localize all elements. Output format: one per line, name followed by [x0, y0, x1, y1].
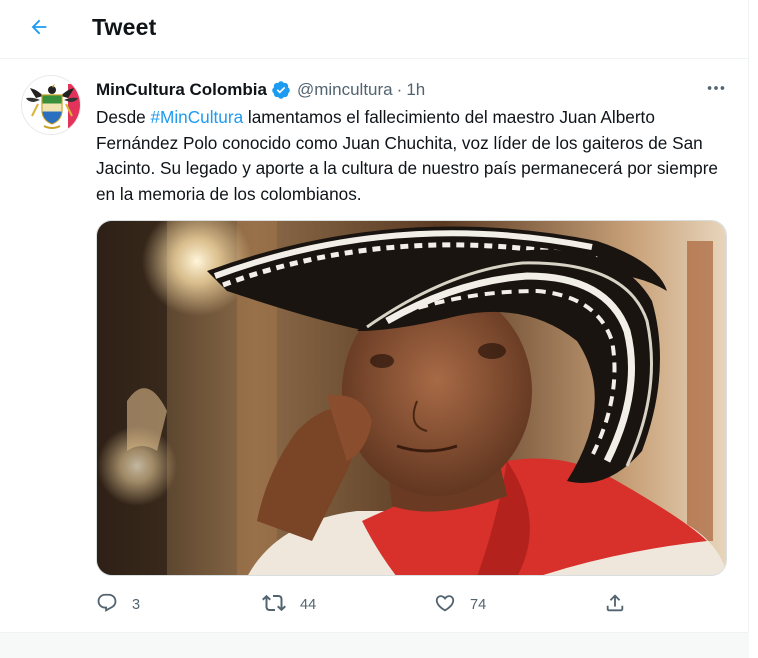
like-button[interactable]: 74 [434, 590, 486, 620]
share-button[interactable] [604, 590, 626, 620]
colombia-coat-of-arms-icon [22, 76, 80, 134]
meta-separator: · [396, 80, 403, 99]
reply-count: 3 [132, 597, 141, 613]
arrow-left-icon [28, 16, 50, 43]
back-button[interactable] [22, 12, 56, 46]
tweet-text: Desde #MinCultura lamentamos el fallecim… [96, 105, 726, 207]
more-options-button[interactable] [700, 76, 732, 104]
user-handle[interactable]: @mincultura [297, 80, 393, 100]
heart-icon [434, 592, 456, 619]
tweet-detail-column: Tweet MinCultura Colombia @mincultura · … [0, 0, 749, 658]
tweet-meta: MinCultura Colombia @mincultura · 1h [96, 79, 425, 101]
display-name[interactable]: MinCultura Colombia [96, 80, 267, 100]
tweet-actions: 3 44 74 [96, 590, 636, 620]
tweet-photo[interactable] [96, 220, 727, 576]
hashtag-link[interactable]: #MinCultura [150, 107, 243, 127]
retweet-count: 44 [300, 597, 317, 613]
tweet-text-start: Desde [96, 107, 151, 127]
timestamp[interactable]: 1h [406, 80, 425, 100]
photo-of-elderly-man-in-sombrero-vueltiao [97, 221, 726, 575]
section-divider [0, 632, 749, 658]
reply-button[interactable]: 3 [96, 590, 140, 620]
retweet-icon [262, 591, 286, 620]
tweet: MinCultura Colombia @mincultura · 1h Des… [0, 60, 749, 632]
avatar[interactable] [21, 75, 81, 135]
retweet-button[interactable]: 44 [262, 590, 316, 620]
verified-badge-icon [271, 80, 291, 100]
reply-icon [96, 592, 118, 619]
like-count: 74 [470, 597, 487, 613]
share-icon [604, 592, 626, 619]
header: Tweet [0, 0, 749, 59]
page-title: Tweet [92, 14, 157, 40]
more-horizontal-icon [705, 77, 727, 104]
